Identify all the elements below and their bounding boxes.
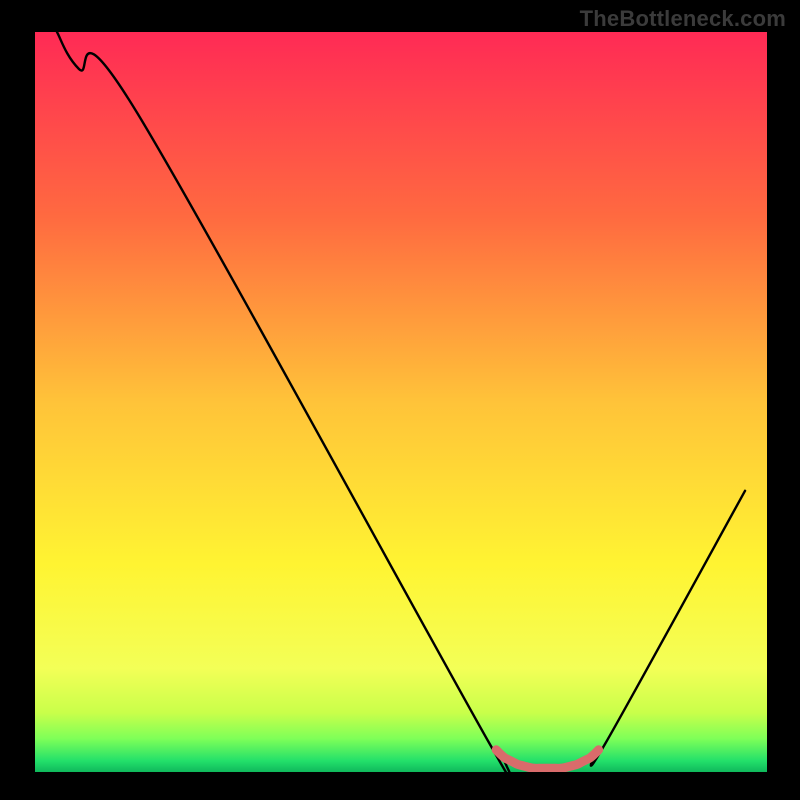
plot-background xyxy=(35,32,767,772)
watermark-text: TheBottleneck.com xyxy=(580,6,786,32)
chart-stage: TheBottleneck.com xyxy=(0,0,800,800)
bottleneck-chart xyxy=(0,0,800,800)
